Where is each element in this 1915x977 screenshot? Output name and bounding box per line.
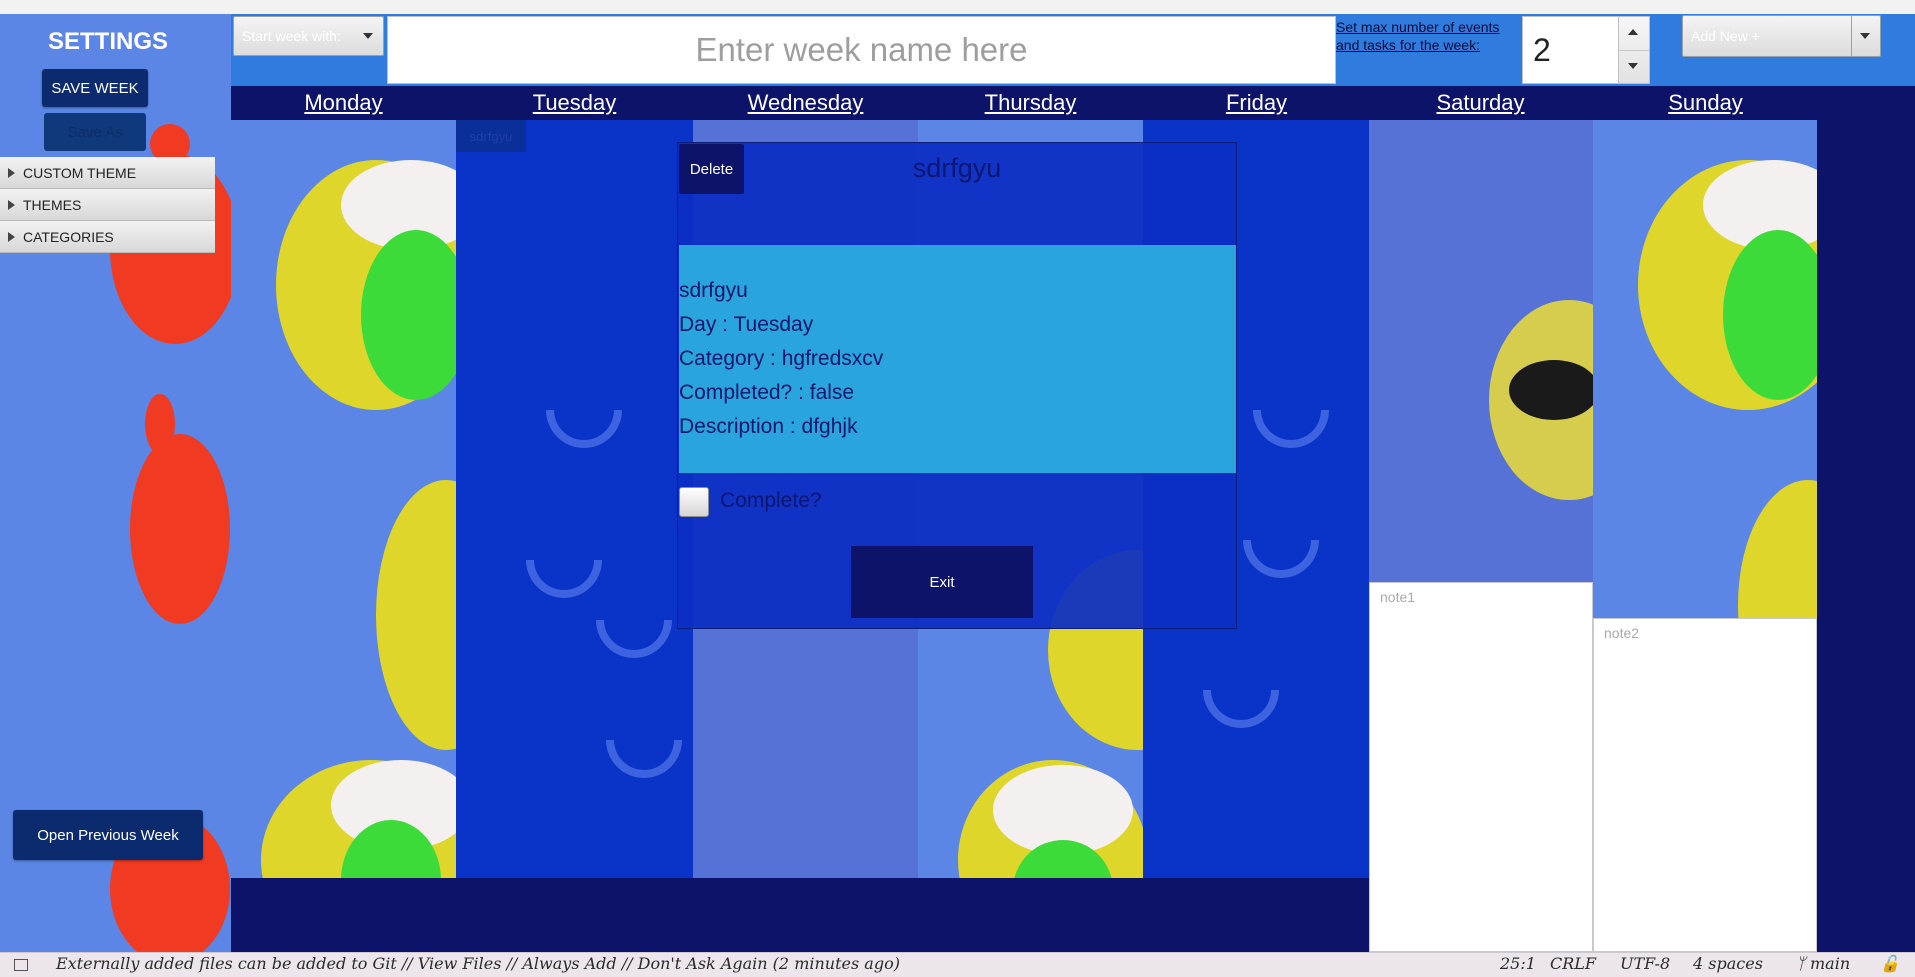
start-week-combo[interactable]: Start week with:: [233, 16, 384, 56]
detail-description: Description : dfghjk: [679, 415, 858, 438]
line-ending[interactable]: CRLF: [1550, 954, 1596, 973]
top-toolbar: Start week with: Enter week name here Se…: [231, 14, 1915, 86]
popup-title: sdrfgyu: [912, 153, 1002, 183]
beach-ball-decoration: [376, 480, 456, 750]
chevron-down-icon: [363, 33, 373, 39]
complete-checkbox[interactable]: [679, 487, 709, 517]
accordion-label: THEMES: [23, 196, 82, 213]
right-strip: [1817, 120, 1915, 952]
accordion-label: CUSTOM THEME: [23, 164, 137, 181]
wave-decoration: [606, 740, 682, 778]
column-monday[interactable]: [231, 120, 456, 878]
git-branch-icon: ᛘ: [1796, 954, 1806, 973]
wave-decoration: [1243, 540, 1319, 578]
status-bar: Externally added files can be added to G…: [0, 952, 1915, 977]
expand-triangle-icon: [8, 167, 15, 178]
column-tuesday[interactable]: [456, 120, 693, 878]
save-week-button[interactable]: SAVE WEEK: [42, 69, 148, 107]
day-wednesday[interactable]: Wednesday: [693, 86, 918, 120]
event-details-box: sdrfgyu Day : Tuesday Category : hgfreds…: [679, 245, 1236, 473]
wave-decoration: [596, 620, 672, 658]
note-saturday[interactable]: note1: [1369, 582, 1593, 952]
column-saturday[interactable]: [1369, 120, 1593, 582]
max-events-link-line1: Set max number of events: [1336, 19, 1500, 35]
detail-day: Day : Tuesday: [679, 313, 814, 336]
wave-decoration: [526, 560, 602, 598]
detail-category: Category : hgfredsxcv: [679, 347, 884, 370]
cursor-position[interactable]: 25:1: [1500, 954, 1536, 973]
eyepatch-decoration: [1509, 360, 1593, 420]
max-events-spinner[interactable]: 2: [1522, 16, 1650, 84]
detail-completed: Completed? : false: [679, 381, 855, 404]
bottom-bar: [231, 878, 1369, 952]
day-friday[interactable]: Friday: [1144, 86, 1369, 120]
open-previous-week-button[interactable]: Open Previous Week: [13, 810, 203, 860]
accordion-custom-theme[interactable]: CUSTOM THEME: [0, 157, 215, 189]
expand-triangle-icon: [8, 199, 15, 210]
settings-title: SETTINGS: [47, 28, 168, 55]
lock-icon[interactable]: 🔓: [1880, 954, 1900, 973]
complete-checkbox-label: Complete?: [720, 489, 822, 512]
note-sunday[interactable]: note2: [1593, 618, 1817, 952]
save-as-button[interactable]: Save As: [44, 113, 146, 151]
window-titlebar: [0, 0, 1915, 15]
day-thursday[interactable]: Thursday: [918, 86, 1143, 120]
week-name-input[interactable]: Enter week name here: [387, 16, 1336, 84]
note-placeholder: note1: [1380, 589, 1416, 605]
day-monday[interactable]: Monday: [231, 86, 456, 120]
file-encoding[interactable]: UTF-8: [1620, 954, 1670, 973]
wave-decoration: [546, 410, 622, 448]
day-sunday[interactable]: Sunday: [1593, 86, 1818, 120]
chevron-down-icon: [1860, 33, 1870, 39]
spinner-divider: [1619, 50, 1649, 51]
column-sunday[interactable]: [1593, 120, 1817, 618]
wave-decoration: [1253, 410, 1329, 448]
indent-setting[interactable]: 4 spaces: [1693, 954, 1763, 973]
start-week-label: Start week with:: [242, 28, 341, 44]
day-header-bar: Monday Tuesday Wednesday Thursday Friday…: [231, 86, 1915, 120]
crab-claw-decoration: [145, 394, 175, 454]
wave-decoration: [1203, 690, 1279, 728]
crab-decoration: [130, 434, 230, 624]
combo-divider: [1851, 16, 1852, 56]
status-message[interactable]: Externally added files can be added to G…: [56, 954, 900, 973]
accordion-label: CATEGORIES: [23, 228, 114, 245]
day-tuesday[interactable]: Tuesday: [462, 86, 687, 120]
day-saturday[interactable]: Saturday: [1368, 86, 1593, 120]
detail-name: sdrfgyu: [679, 279, 748, 302]
spin-up-icon[interactable]: [1628, 29, 1638, 35]
spin-down-icon[interactable]: [1628, 63, 1638, 69]
event-details-popup: Delete sdrfgyu sdrfgyu Day : Tuesday Cat…: [677, 142, 1237, 629]
accordion-categories[interactable]: CATEGORIES: [0, 221, 215, 253]
git-branch[interactable]: main: [1810, 954, 1850, 973]
max-events-link[interactable]: Set max number of events and tasks for t…: [1336, 18, 1526, 54]
expand-triangle-icon: [8, 231, 15, 242]
add-new-combo[interactable]: Add New +: [1682, 15, 1881, 57]
beach-ball-decoration: [1738, 480, 1817, 618]
event-tile[interactable]: sdrfgyu: [456, 120, 526, 152]
max-events-value: 2: [1533, 32, 1551, 68]
spinner-buttons[interactable]: [1618, 17, 1649, 83]
max-events-link-line2: and tasks for the week:: [1336, 37, 1480, 53]
accordion-themes[interactable]: THEMES: [0, 189, 215, 221]
note-placeholder: note2: [1604, 625, 1640, 641]
add-new-label: Add New +: [1691, 28, 1760, 44]
panel-toggle-icon[interactable]: [14, 959, 28, 971]
exit-button[interactable]: Exit: [851, 546, 1033, 618]
